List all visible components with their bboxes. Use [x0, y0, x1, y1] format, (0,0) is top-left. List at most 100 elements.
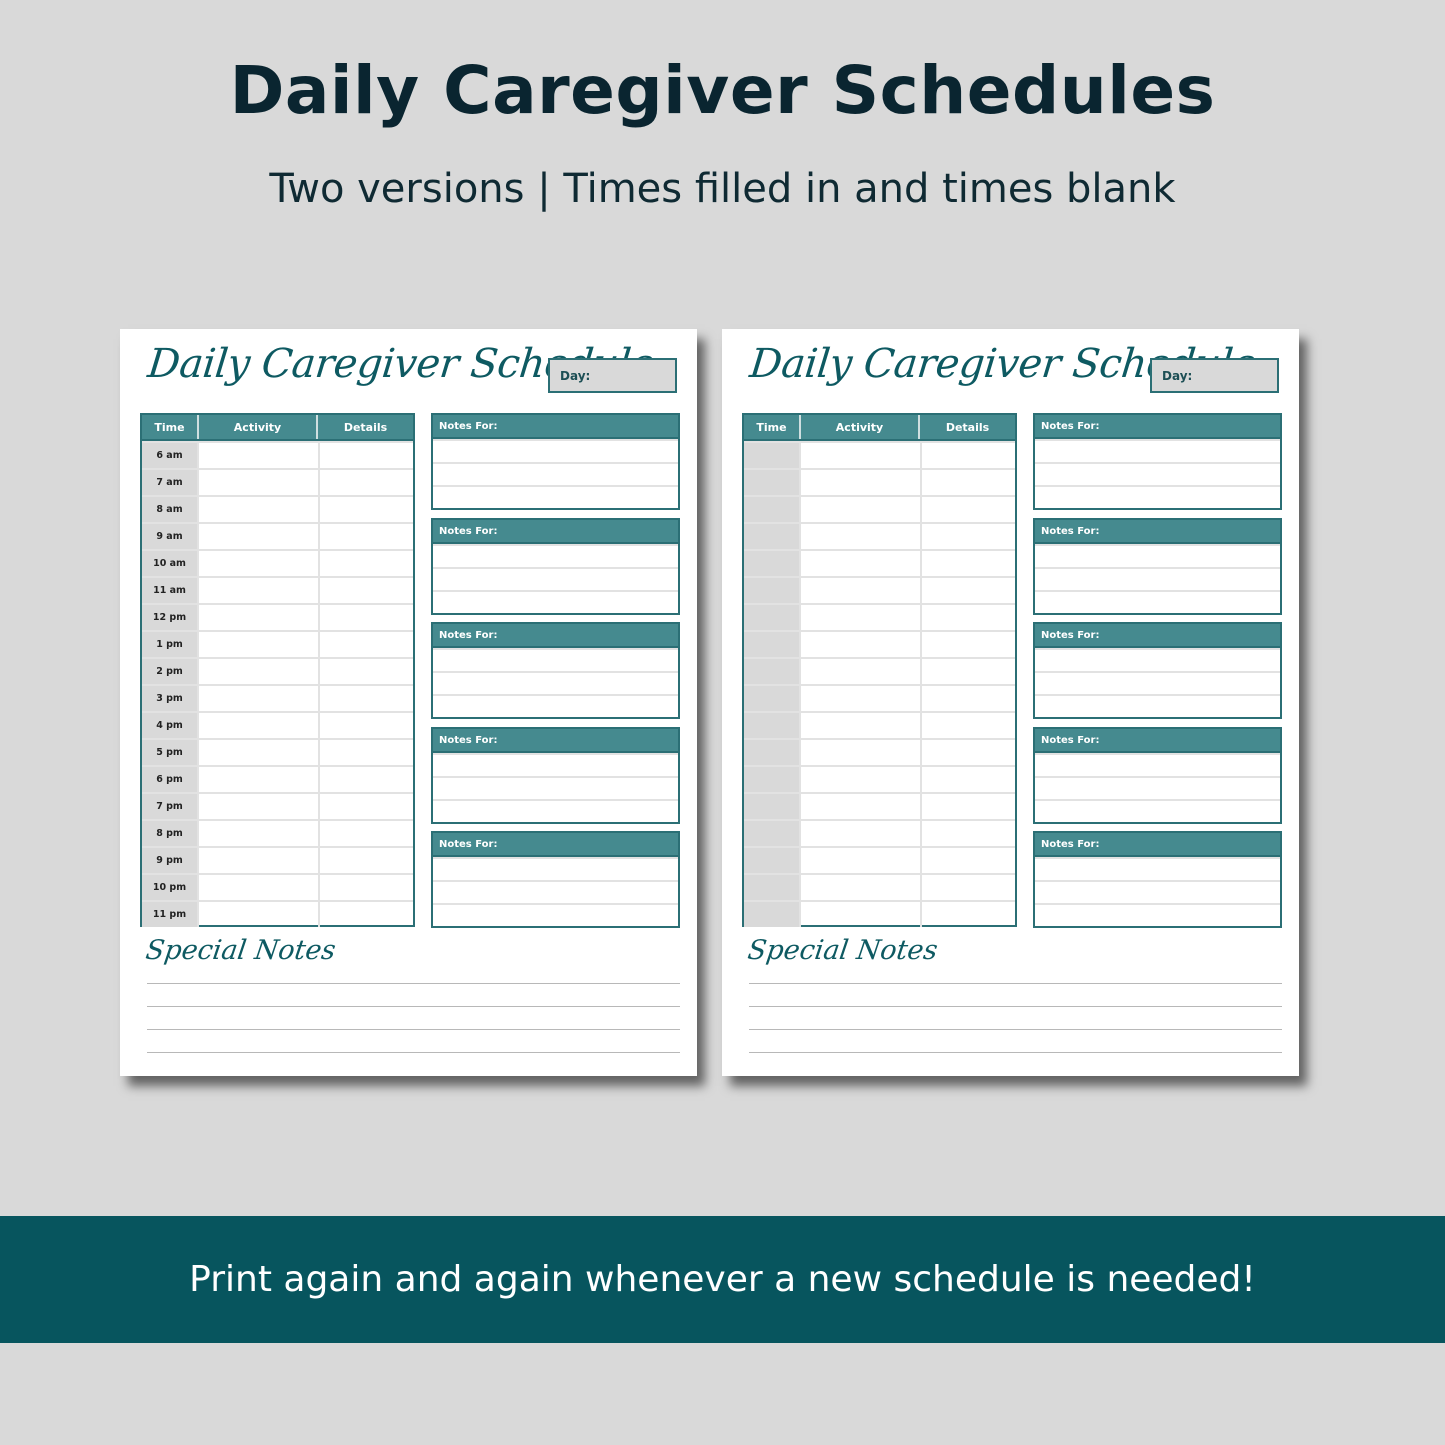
activity-cell[interactable] [799, 524, 920, 549]
details-cell[interactable] [318, 578, 413, 603]
time-cell[interactable] [744, 659, 799, 684]
time-cell[interactable]: 6 pm [142, 767, 197, 792]
time-cell[interactable]: 8 am [142, 497, 197, 522]
notes-line[interactable] [1035, 694, 1280, 717]
details-cell[interactable] [920, 740, 1015, 765]
day-field[interactable]: Day: [548, 358, 677, 393]
notes-line[interactable] [433, 485, 678, 508]
time-cell[interactable]: 11 pm [142, 902, 197, 927]
notes-line[interactable] [433, 775, 678, 799]
time-cell[interactable]: 5 pm [142, 740, 197, 765]
time-cell[interactable]: 6 am [142, 443, 197, 468]
notes-line[interactable] [1035, 485, 1280, 508]
time-cell[interactable] [744, 686, 799, 711]
notes-line[interactable] [1035, 775, 1280, 799]
activity-cell[interactable] [197, 794, 318, 819]
time-cell[interactable] [744, 632, 799, 657]
activity-cell[interactable] [799, 659, 920, 684]
special-notes-line[interactable] [749, 1007, 1282, 1030]
activity-cell[interactable] [197, 443, 318, 468]
time-cell[interactable] [744, 821, 799, 846]
time-cell[interactable] [744, 713, 799, 738]
notes-line[interactable] [1035, 543, 1280, 567]
details-cell[interactable] [920, 767, 1015, 792]
activity-cell[interactable] [799, 902, 920, 927]
notes-line[interactable] [433, 694, 678, 717]
special-notes-line[interactable] [749, 984, 1282, 1007]
activity-cell[interactable] [197, 659, 318, 684]
notes-line[interactable] [1035, 671, 1280, 694]
notes-line[interactable] [1035, 798, 1280, 822]
notes-line[interactable] [1035, 439, 1280, 462]
activity-cell[interactable] [197, 821, 318, 846]
activity-cell[interactable] [197, 713, 318, 738]
details-cell[interactable] [318, 713, 413, 738]
notes-line[interactable] [433, 752, 678, 776]
time-cell[interactable] [744, 470, 799, 495]
time-cell[interactable] [744, 767, 799, 792]
details-cell[interactable] [318, 605, 413, 630]
activity-cell[interactable] [197, 902, 318, 927]
notes-line[interactable] [1035, 752, 1280, 776]
notes-line[interactable] [1035, 880, 1280, 903]
time-cell[interactable]: 10 am [142, 551, 197, 576]
notes-line[interactable] [1035, 566, 1280, 590]
activity-cell[interactable] [197, 605, 318, 630]
time-cell[interactable] [744, 443, 799, 468]
activity-cell[interactable] [197, 875, 318, 900]
details-cell[interactable] [920, 551, 1015, 576]
notes-line[interactable] [433, 671, 678, 694]
activity-cell[interactable] [799, 686, 920, 711]
time-cell[interactable]: 4 pm [142, 713, 197, 738]
details-cell[interactable] [920, 875, 1015, 900]
notes-line[interactable] [433, 543, 678, 567]
details-cell[interactable] [920, 632, 1015, 657]
time-cell[interactable] [744, 551, 799, 576]
notes-line[interactable] [1035, 589, 1280, 613]
details-cell[interactable] [920, 443, 1015, 468]
activity-cell[interactable] [799, 848, 920, 873]
time-cell[interactable] [744, 578, 799, 603]
day-field[interactable]: Day: [1150, 358, 1279, 393]
time-cell[interactable] [744, 875, 799, 900]
notes-line[interactable] [433, 857, 678, 880]
notes-line[interactable] [1035, 462, 1280, 485]
notes-line[interactable] [433, 566, 678, 590]
details-cell[interactable] [318, 497, 413, 522]
activity-cell[interactable] [799, 794, 920, 819]
time-cell[interactable] [744, 524, 799, 549]
time-cell[interactable]: 9 am [142, 524, 197, 549]
details-cell[interactable] [318, 659, 413, 684]
time-cell[interactable]: 10 pm [142, 875, 197, 900]
details-cell[interactable] [318, 767, 413, 792]
time-cell[interactable]: 11 am [142, 578, 197, 603]
details-cell[interactable] [318, 902, 413, 927]
activity-cell[interactable] [197, 524, 318, 549]
time-cell[interactable] [744, 740, 799, 765]
notes-line[interactable] [433, 439, 678, 462]
details-cell[interactable] [920, 902, 1015, 927]
activity-cell[interactable] [197, 686, 318, 711]
notes-line[interactable] [433, 648, 678, 671]
details-cell[interactable] [920, 659, 1015, 684]
notes-line[interactable] [433, 903, 678, 926]
time-cell[interactable] [744, 848, 799, 873]
time-cell[interactable]: 2 pm [142, 659, 197, 684]
details-cell[interactable] [920, 524, 1015, 549]
notes-line[interactable] [433, 462, 678, 485]
activity-cell[interactable] [799, 443, 920, 468]
notes-line[interactable] [433, 880, 678, 903]
time-cell[interactable]: 3 pm [142, 686, 197, 711]
details-cell[interactable] [318, 686, 413, 711]
details-cell[interactable] [318, 875, 413, 900]
details-cell[interactable] [318, 443, 413, 468]
details-cell[interactable] [920, 605, 1015, 630]
activity-cell[interactable] [197, 497, 318, 522]
details-cell[interactable] [318, 821, 413, 846]
activity-cell[interactable] [799, 740, 920, 765]
activity-cell[interactable] [197, 848, 318, 873]
time-cell[interactable]: 7 am [142, 470, 197, 495]
details-cell[interactable] [920, 821, 1015, 846]
activity-cell[interactable] [799, 767, 920, 792]
time-cell[interactable]: 9 pm [142, 848, 197, 873]
